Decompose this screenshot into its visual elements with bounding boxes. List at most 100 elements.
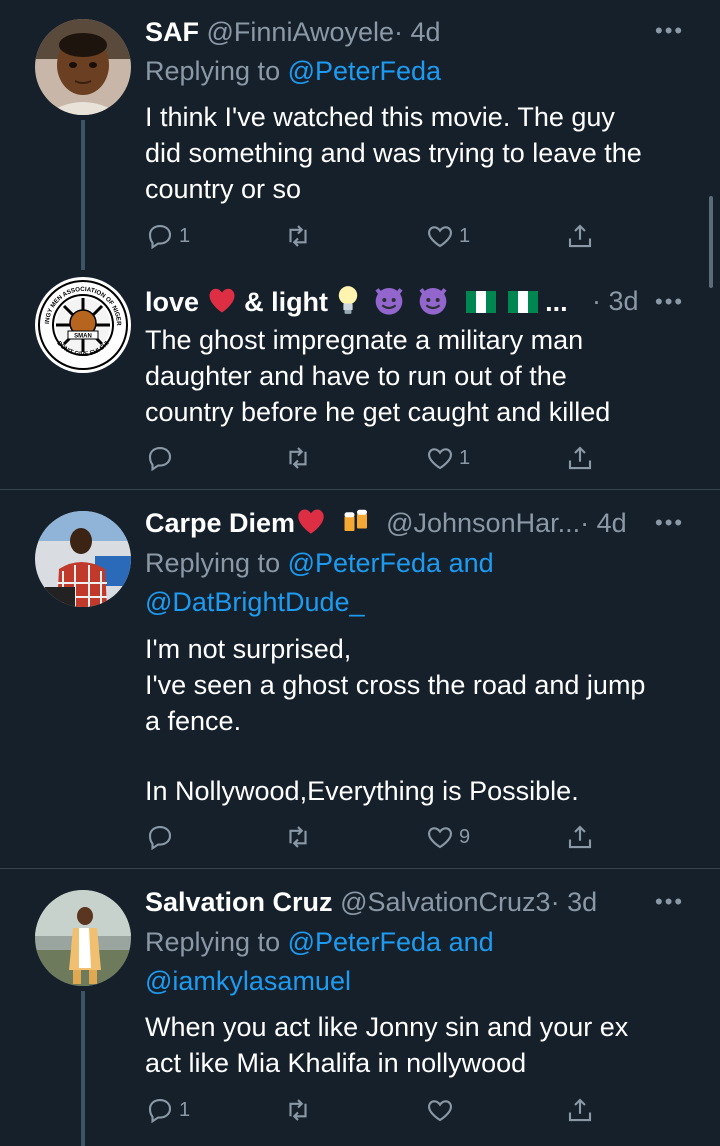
tweet-text-line: country before he get caught and killed (145, 397, 611, 427)
retweet-icon (283, 1095, 313, 1125)
avatar[interactable] (35, 19, 131, 115)
display-name-part: Carpe Diem (145, 508, 296, 539)
tweet-text-line: I'm not surprised, (145, 634, 352, 664)
more-options-button[interactable]: ••• (655, 889, 684, 915)
avatar-badge-text: SMAN (74, 334, 92, 340)
retweet-button[interactable] (283, 1090, 317, 1130)
retweet-button[interactable] (283, 216, 317, 256)
display-name[interactable]: love & light ... (145, 286, 568, 318)
tweet-text-line: When you act like Jonny sin and your ex (145, 1012, 629, 1042)
like-button[interactable]: 1 (425, 438, 470, 478)
share-icon (565, 822, 595, 852)
tweet-actions: 9 (145, 817, 605, 857)
tweet-text-line: daughter and have to run out of the (145, 361, 567, 391)
retweet-icon (283, 221, 313, 251)
reply-count: 1 (179, 224, 191, 247)
heart-icon (425, 443, 455, 473)
reply-icon (145, 822, 175, 852)
heart-icon (425, 221, 455, 251)
reply-icon (145, 221, 175, 251)
replying-to: Replying to @PeterFeda and (145, 925, 494, 959)
share-button[interactable] (565, 1090, 595, 1130)
tweet-text-line: The ghost impregnate a military man (145, 325, 584, 355)
thread-line (81, 120, 85, 270)
user-handle[interactable]: @SalvationCruz3 (340, 887, 551, 917)
share-icon (565, 221, 595, 251)
share-button[interactable] (565, 216, 595, 256)
replying-to-continued: @iamkylasamuel (145, 964, 351, 998)
replying-prefix: Replying to (145, 548, 288, 578)
scrollbar-thumb[interactable] (709, 196, 713, 288)
more-options-button[interactable]: ••• (655, 510, 684, 536)
tweet[interactable]: Carpe Diem @JohnsonHar...· 4d ••• Replyi… (0, 490, 720, 868)
tweet-text-line: I think I've watched this movie. The guy (145, 102, 615, 132)
mention-joiner: and (448, 927, 494, 957)
smiling-devil-icon (373, 284, 405, 324)
reply-icon (145, 1095, 175, 1125)
mention-joiner: and (448, 548, 494, 578)
smiling-devil-icon (417, 284, 449, 324)
heart-icon (425, 822, 455, 852)
replying-prefix: Replying to (145, 927, 288, 957)
timestamp[interactable]: · 4d (580, 508, 627, 538)
red-heart-icon (295, 507, 327, 543)
avatar[interactable] (35, 511, 131, 607)
reply-button[interactable]: 1 (145, 1090, 190, 1130)
tweet[interactable]: Salvation Cruz @SalvationCruz3· 3d ••• R… (0, 869, 720, 1146)
display-name[interactable]: Salvation Cruz (145, 887, 333, 917)
mention-link[interactable]: @PeterFeda (288, 56, 441, 86)
timestamp[interactable]: · 3d (592, 284, 639, 318)
more-options-button[interactable]: ••• (655, 18, 684, 44)
mention-link[interactable]: @PeterFeda (288, 548, 441, 578)
share-button[interactable] (565, 817, 595, 857)
display-name[interactable]: Carpe Diem (145, 508, 380, 538)
reply-button[interactable] (145, 817, 179, 857)
tweet-text-line (145, 739, 705, 773)
like-count: 1 (459, 446, 471, 469)
timestamp[interactable]: · 3d (551, 887, 598, 917)
tweet-text: The ghost impregnate a military man daug… (145, 322, 705, 430)
red-heart-icon (207, 286, 237, 322)
avatar[interactable] (35, 890, 131, 986)
mention-link[interactable]: @PeterFeda (288, 927, 441, 957)
like-button[interactable] (425, 1090, 459, 1130)
light-bulb-icon (336, 285, 360, 323)
like-button[interactable]: 1 (425, 216, 470, 256)
share-button[interactable] (565, 438, 595, 478)
mention-link[interactable]: @iamkylasamuel (145, 966, 351, 996)
tweet-text-line: a fence. (145, 706, 242, 736)
tweet-text: I think I've watched this movie. The guy… (145, 99, 705, 207)
avatar[interactable]: SMAN STINGY MEN ASSOCIATION OF NIGERIA D… (34, 276, 132, 374)
replying-to: Replying to @PeterFeda (145, 54, 441, 88)
tweet-header: Carpe Diem @JohnsonHar...· 4d (145, 506, 627, 544)
display-name-part: love (145, 287, 200, 318)
reply-icon (145, 443, 175, 473)
user-handle[interactable]: @JohnsonHar... (386, 508, 580, 538)
user-handle[interactable]: @FinniAwoyele (207, 17, 395, 47)
retweet-button[interactable] (283, 817, 317, 857)
tweet[interactable]: SAF @FinniAwoyele· 4d ••• Replying to @P… (0, 0, 720, 270)
retweet-icon (283, 822, 313, 852)
more-options-button[interactable]: ••• (655, 289, 684, 315)
tweet-actions: 1 1 (145, 216, 605, 256)
tweet[interactable]: SMAN STINGY MEN ASSOCIATION OF NIGERIA D… (0, 270, 720, 490)
beer-mugs-icon (341, 506, 373, 544)
heart-icon (425, 1095, 455, 1125)
reply-button[interactable] (145, 438, 179, 478)
thread-line (81, 991, 85, 1146)
retweet-button[interactable] (283, 438, 317, 478)
timestamp[interactable]: · 4d (394, 17, 441, 47)
tweet-text-line: act like Mia Khalifa in nollywood (145, 1048, 527, 1078)
tweet-text-line: In Nollywood,Everything is Possible. (145, 776, 579, 806)
replying-prefix: Replying to (145, 56, 288, 86)
tweet-text-line: country or so (145, 174, 302, 204)
mention-link[interactable]: @DatBrightDude_ (145, 587, 365, 617)
display-name[interactable]: SAF (145, 17, 199, 47)
replying-to: Replying to @PeterFeda and (145, 546, 494, 580)
tweet-text-line: I've seen a ghost cross the road and jum… (145, 670, 646, 700)
like-button[interactable]: 9 (425, 817, 470, 857)
replying-to-continued: @DatBrightDude_ (145, 585, 365, 619)
tweet-header: SAF @FinniAwoyele· 4d (145, 15, 441, 49)
nigeria-flag-icon (466, 287, 497, 321)
reply-button[interactable]: 1 (145, 216, 190, 256)
